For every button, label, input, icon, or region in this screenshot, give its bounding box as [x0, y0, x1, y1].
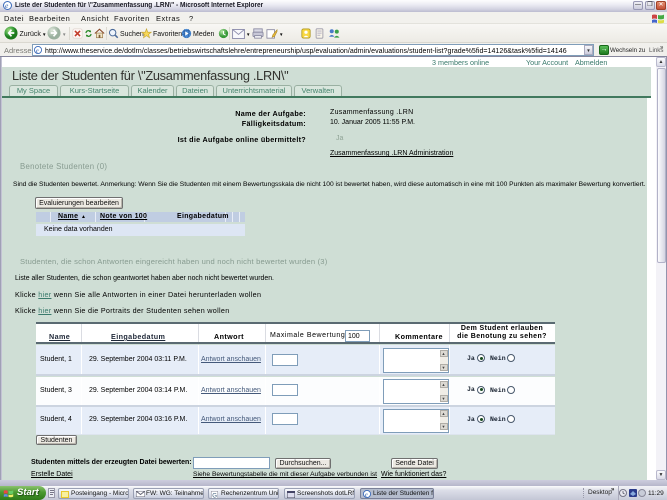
svg-text:e: e [365, 491, 368, 498]
svg-text:G: G [212, 493, 217, 499]
svg-text:e: e [36, 47, 39, 54]
